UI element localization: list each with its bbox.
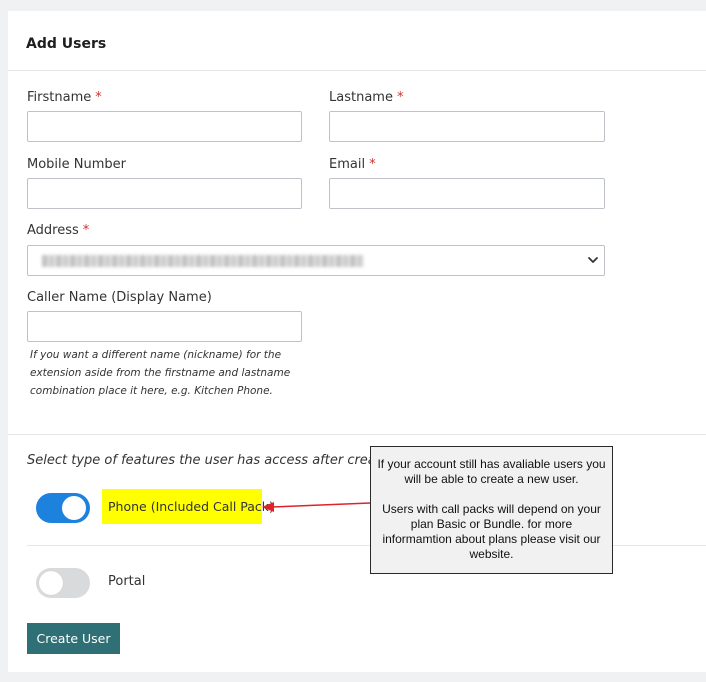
caller-name-label-text: Caller Name (Display Name) xyxy=(27,290,212,305)
email-label: Email * xyxy=(329,157,376,172)
lastname-label: Lastname * xyxy=(329,90,403,105)
phone-feature-label: Phone (Included Call Pack) xyxy=(108,499,274,514)
annotation-arrow xyxy=(262,502,371,512)
chevron-down-icon xyxy=(588,257,598,263)
caller-name-field[interactable] xyxy=(27,311,302,342)
caller-name-hint-line: extension aside from the firstname and l… xyxy=(30,367,291,379)
email-label-text: Email xyxy=(329,157,366,172)
portal-feature-label: Portal xyxy=(108,574,146,589)
address-selected-value xyxy=(42,255,364,267)
firstname-label-text: Firstname xyxy=(27,90,92,105)
callout-paragraph: Users with call packs will depend on you… xyxy=(382,502,601,561)
mobile-label-text: Mobile Number xyxy=(27,157,126,172)
section-divider xyxy=(8,434,706,435)
required-marker: * xyxy=(369,157,376,172)
address-label: Address * xyxy=(27,223,89,238)
toggle-knob xyxy=(39,571,63,595)
header-divider xyxy=(8,70,706,71)
caller-name-hint-line: If you want a different name (nickname) … xyxy=(30,349,282,361)
toggle-knob xyxy=(62,496,86,520)
portal-toggle[interactable] xyxy=(36,568,90,598)
lastname-field[interactable] xyxy=(329,111,605,142)
info-callout: If your account still has avaliable user… xyxy=(370,446,613,574)
lastname-label-text: Lastname xyxy=(329,90,393,105)
caller-name-hint-line: combination place it here, e.g. Kitchen … xyxy=(30,385,273,397)
address-label-text: Address xyxy=(27,223,79,238)
create-user-button[interactable]: Create User xyxy=(27,623,120,654)
required-marker: * xyxy=(82,223,90,238)
firstname-label: Firstname * xyxy=(27,90,102,105)
address-select[interactable] xyxy=(27,245,605,276)
required-marker: * xyxy=(396,90,404,105)
firstname-field[interactable] xyxy=(27,111,302,142)
features-section-label: Select type of features the user has acc… xyxy=(27,453,405,468)
page-title: Add Users xyxy=(26,36,107,52)
caller-name-hint: If you want a different name (nickname) … xyxy=(30,346,310,400)
mobile-number-field[interactable] xyxy=(27,178,302,209)
caller-name-label: Caller Name (Display Name) xyxy=(27,290,212,305)
mobile-label: Mobile Number xyxy=(27,157,126,172)
callout-paragraph: If your account still has avaliable user… xyxy=(377,457,606,486)
phone-toggle[interactable] xyxy=(36,493,90,523)
email-field[interactable] xyxy=(329,178,605,209)
required-marker: * xyxy=(95,90,102,105)
